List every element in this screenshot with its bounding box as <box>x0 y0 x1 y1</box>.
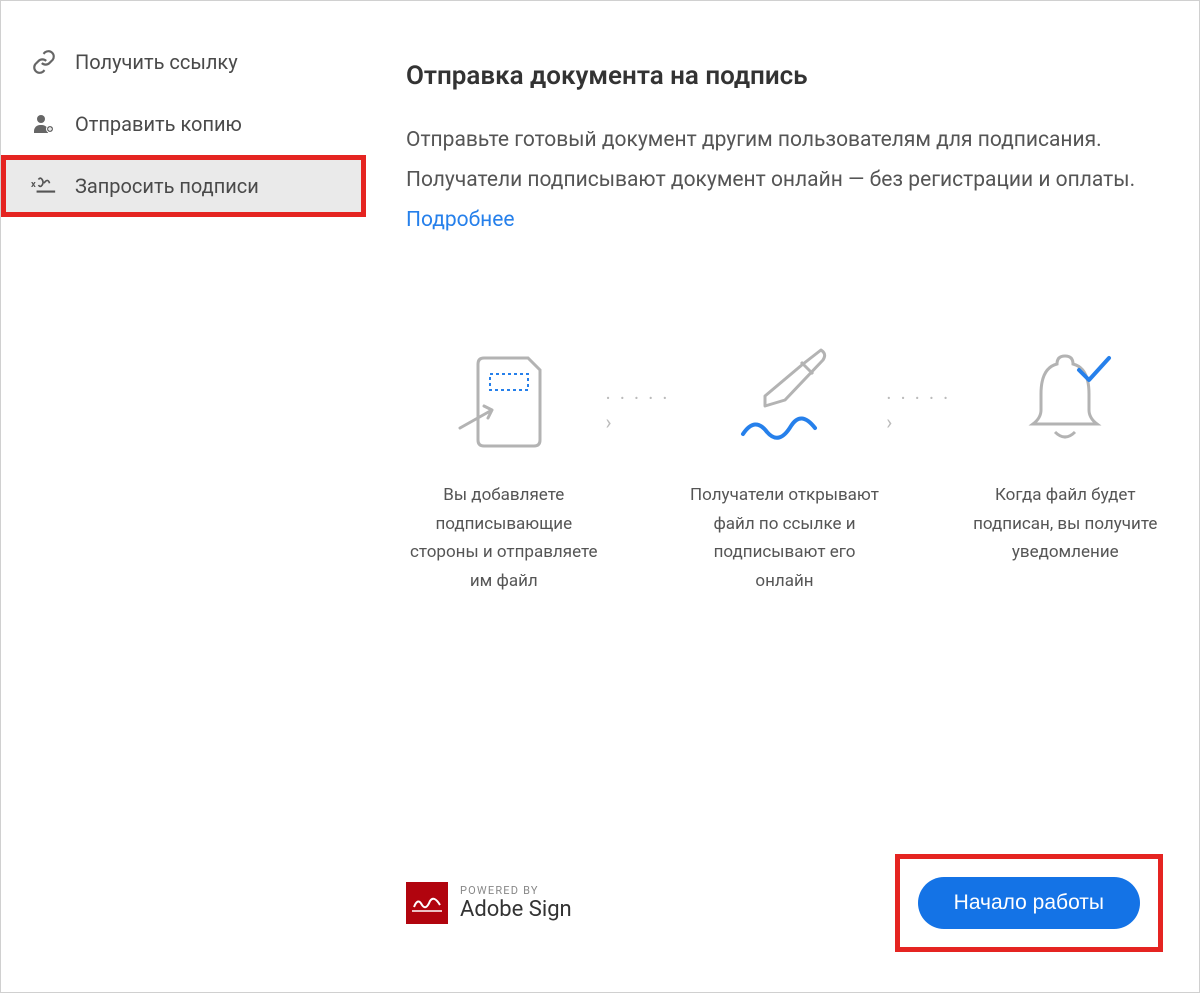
dots-separator: · · · · · › <box>606 386 683 434</box>
step-text: Когда файл будет подписан, вы получите у… <box>967 481 1163 568</box>
sidebar-item-label: Получить ссылку <box>75 50 238 74</box>
get-started-button[interactable]: Начало работы <box>918 877 1140 929</box>
signature-icon: x <box>31 173 57 199</box>
step-text: Вы добавляете подписывающие стороны и от… <box>406 481 602 597</box>
sign-online-icon <box>725 341 845 461</box>
powered-text: POWERED BY Adobe Sign <box>460 884 572 922</box>
step-2: Получатели открывают файл по ссылке и по… <box>687 341 883 597</box>
dots-separator: · · · · · › <box>886 386 963 434</box>
brand-name: Adobe Sign <box>460 897 572 922</box>
document-send-icon <box>454 341 554 461</box>
sidebar-item-send-copy[interactable]: Отправить копию <box>1 93 366 155</box>
description: Отправьте готовый документ другим пользо… <box>406 121 1163 241</box>
page-title: Отправка документа на подпись <box>406 61 1163 91</box>
step-3: Когда файл будет подписан, вы получите у… <box>967 341 1163 568</box>
notification-bell-icon <box>1015 341 1115 461</box>
adobe-sign-logo-icon <box>406 882 448 924</box>
sidebar-item-label: Отправить копию <box>75 112 242 136</box>
description-text: Отправьте готовый документ другим пользо… <box>406 128 1135 192</box>
footer: POWERED BY Adobe Sign Начало работы <box>406 814 1163 952</box>
step-text: Получатели открывают файл по ссылке и по… <box>687 481 883 597</box>
cta-highlight: Начало работы <box>895 854 1163 952</box>
sidebar: Получить ссылку Отправить копию x Запрос… <box>1 1 366 992</box>
powered-by: POWERED BY Adobe Sign <box>406 882 572 924</box>
steps-row: Вы добавляете подписывающие стороны и от… <box>406 341 1163 597</box>
sidebar-item-label: Запросить подписи <box>75 174 259 198</box>
sidebar-item-get-link[interactable]: Получить ссылку <box>1 31 366 93</box>
main-content: Отправка документа на подпись Отправьте … <box>366 1 1199 992</box>
learn-more-link[interactable]: Подробнее <box>406 208 515 232</box>
link-icon <box>31 49 57 75</box>
svg-text:x: x <box>31 179 36 190</box>
share-person-icon <box>31 111 57 137</box>
step-1: Вы добавляете подписывающие стороны и от… <box>406 341 602 597</box>
sidebar-item-request-signatures[interactable]: x Запросить подписи <box>1 155 366 217</box>
powered-label: POWERED BY <box>460 884 572 897</box>
